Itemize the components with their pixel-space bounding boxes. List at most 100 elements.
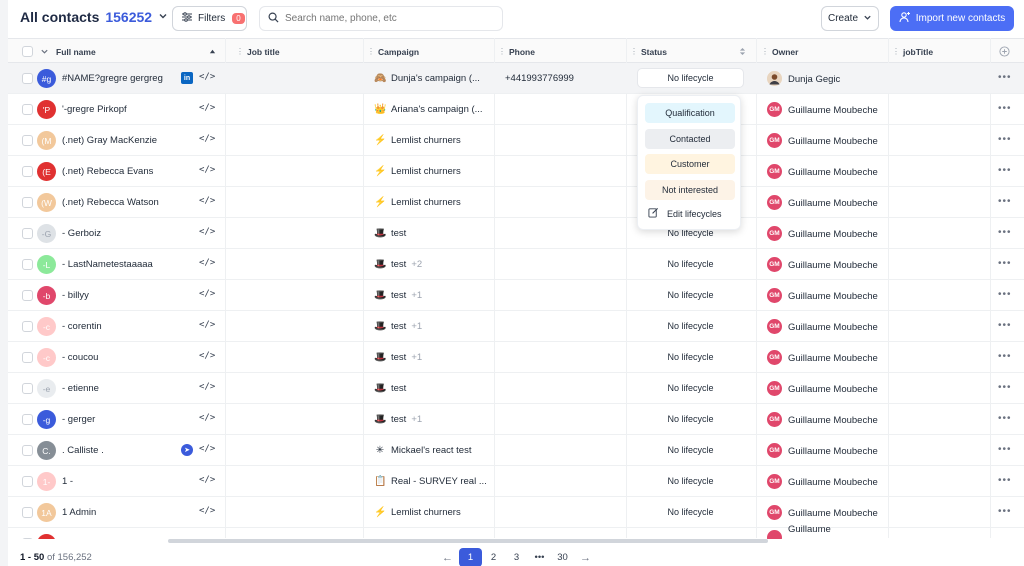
owner-name[interactable]: Guillaume Moubeche <box>788 375 878 403</box>
row-checkbox[interactable] <box>22 321 33 332</box>
sort-icon[interactable] <box>739 39 746 64</box>
create-button[interactable]: Create <box>821 6 879 31</box>
status-select[interactable]: No lifecycle <box>637 378 744 398</box>
row-checkbox[interactable] <box>22 352 33 363</box>
table-row[interactable]: -c - coucou </> 🎩 test +1 No lifecycle GM Gu… <box>8 342 1024 373</box>
code-icon[interactable]: </> <box>199 444 215 454</box>
row-more-icon[interactable]: ••• <box>998 444 1012 455</box>
row-checkbox[interactable] <box>22 414 33 425</box>
row-more-icon[interactable]: ••• <box>998 196 1012 207</box>
campaign-cell[interactable]: 👑 Ariana's campaign (... <box>374 94 488 125</box>
owner-name[interactable]: Guillaume Moubeche <box>788 158 878 186</box>
row-checkbox[interactable] <box>22 383 33 394</box>
campaign-cell[interactable]: ✳ Mickael's react test <box>374 435 476 466</box>
lifecycle-option-qualification[interactable]: Qualification <box>645 103 735 123</box>
campaign-cell[interactable]: 🎩 test +1 <box>374 280 422 311</box>
row-more-icon[interactable]: ••• <box>998 227 1012 238</box>
status-select[interactable]: No lifecycle <box>637 409 744 429</box>
table-row[interactable]: -e - etienne </> 🎩 test No lifecycle GM Guil… <box>8 373 1024 404</box>
drag-handle-icon[interactable]: ⋮ <box>236 47 244 56</box>
table-row[interactable]: C. . Calliste . ➤ </> ✳ Mickael's react tes… <box>8 435 1024 466</box>
row-checkbox[interactable] <box>22 259 33 270</box>
add-column-icon[interactable] <box>999 39 1010 64</box>
drag-handle-icon[interactable]: ⋮ <box>498 47 506 56</box>
campaign-cell[interactable]: 🎩 test +1 <box>374 404 422 435</box>
campaign-cell[interactable]: 🎩 test +1 <box>374 311 422 342</box>
drag-handle-icon[interactable]: ⋮ <box>761 47 769 56</box>
contact-name[interactable]: #NAME?gregre gergreg <box>62 63 163 94</box>
owner-name[interactable]: Guillaume Moubeche <box>788 220 878 248</box>
lifecycle-option-customer[interactable]: Customer <box>645 154 735 174</box>
row-checkbox[interactable] <box>22 228 33 239</box>
code-icon[interactable]: </> <box>199 289 215 299</box>
sort-asc-icon[interactable] <box>209 39 216 64</box>
table-row[interactable]: -b - billyy </> 🎩 test +1 No lifecycle GM Gu… <box>8 280 1024 311</box>
table-row[interactable]: -L - LastNametestaaaaa </> 🎩 test +2 No li… <box>8 249 1024 280</box>
column-header-jobtitle[interactable]: ⋮ jobTitle <box>892 39 933 64</box>
contact-name[interactable]: (.net) Rebecca Evans <box>62 156 153 187</box>
column-header-status[interactable]: ⋮ Status <box>630 39 667 64</box>
owner-name[interactable]: Guillaume Moubeche <box>788 282 878 310</box>
phone-value[interactable]: +441993776999 <box>505 63 574 94</box>
column-header-phone[interactable]: ⋮ Phone <box>498 39 535 64</box>
owner-name[interactable]: Dunja Gegic <box>788 65 878 93</box>
owner-name[interactable]: Guillaume Moubeche <box>788 127 878 155</box>
table-row[interactable]: 'P '-gregre Pirkopf </> 👑 Ariana's campaig… <box>8 94 1024 125</box>
campaign-cell[interactable]: 🙈 Dunja's campaign (... <box>374 63 485 94</box>
campaign-cell[interactable]: ⚡ Lemlist churners <box>374 156 466 187</box>
edit-lifecycles-link[interactable]: Edit lifecycles <box>648 207 722 220</box>
status-select[interactable]: No lifecycle <box>637 440 744 460</box>
owner-name[interactable]: Guillaume <box>788 523 878 539</box>
contact-name[interactable]: . Calliste . <box>62 435 104 466</box>
drag-handle-icon[interactable]: ⋮ <box>892 47 900 56</box>
row-more-icon[interactable]: ••• <box>998 72 1012 83</box>
contact-name[interactable]: (.net) Gray MacKenzie <box>62 125 157 156</box>
column-header-job-title[interactable]: ⋮ Job title <box>236 39 280 64</box>
owner-name[interactable]: Guillaume Moubeche <box>788 344 878 372</box>
contact-name[interactable]: - corentin <box>62 311 102 342</box>
contact-name[interactable]: '-gregre Pirkopf <box>62 94 127 125</box>
row-checkbox[interactable] <box>22 166 33 177</box>
row-checkbox[interactable] <box>22 290 33 301</box>
search-box[interactable] <box>259 6 503 31</box>
row-more-icon[interactable]: ••• <box>998 351 1012 362</box>
status-select[interactable]: No lifecycle <box>637 254 744 274</box>
row-more-icon[interactable]: ••• <box>998 103 1012 114</box>
table-row[interactable]: -G - Gerboiz </> 🎩 test No lifecycle GM Guil… <box>8 218 1024 249</box>
table-row[interactable]: #g #NAME?gregre gergreg in </> 🙈 Dunja's ca… <box>8 63 1024 94</box>
row-checkbox[interactable] <box>22 538 33 539</box>
status-select[interactable]: No lifecycle <box>637 316 744 336</box>
owner-name[interactable]: Guillaume Moubeche <box>788 313 878 341</box>
table-row[interactable]: -g - gerger </> 🎩 test +1 No lifecycle GM Gu… <box>8 404 1024 435</box>
row-more-icon[interactable]: ••• <box>998 258 1012 269</box>
code-icon[interactable]: </> <box>199 413 215 423</box>
table-row[interactable]: 1- 1 - </> 📋 Real - SURVEY real ... No lif… <box>8 466 1024 497</box>
row-checkbox[interactable] <box>22 445 33 456</box>
code-icon[interactable]: </> <box>199 72 215 82</box>
import-contacts-button[interactable]: Import new contacts <box>890 6 1014 31</box>
page-button-2[interactable]: 2 <box>482 548 505 566</box>
status-select[interactable]: No lifecycle <box>637 347 744 367</box>
code-icon[interactable]: </> <box>199 196 215 206</box>
row-more-icon[interactable]: ••• <box>998 289 1012 300</box>
owner-name[interactable]: Guillaume Moubeche <box>788 189 878 217</box>
next-page-button[interactable]: → <box>574 548 597 566</box>
code-icon[interactable]: </> <box>199 320 215 330</box>
drag-handle-icon[interactable]: ⋮ <box>367 47 375 56</box>
row-checkbox[interactable] <box>22 197 33 208</box>
status-select[interactable]: No lifecycle <box>637 471 744 491</box>
compass-icon[interactable]: ➤ <box>181 444 193 456</box>
table-row[interactable]: (M (.net) Gray MacKenzie </> ⚡ Lemlist chu… <box>8 125 1024 156</box>
drag-handle-icon[interactable]: ⋮ <box>630 47 638 56</box>
row-more-icon[interactable]: ••• <box>998 134 1012 145</box>
owner-name[interactable]: Guillaume Moubeche <box>788 468 878 496</box>
table-row[interactable]: (W (.net) Rebecca Watson </> ⚡ Lemlist chu… <box>8 187 1024 218</box>
row-checkbox[interactable] <box>22 104 33 115</box>
row-checkbox[interactable] <box>22 476 33 487</box>
row-more-icon[interactable]: ••• <box>998 506 1012 517</box>
campaign-cell[interactable]: 🎩 test +2 <box>374 249 422 280</box>
row-more-icon[interactable]: ••• <box>998 165 1012 176</box>
row-more-icon[interactable]: ••• <box>998 413 1012 424</box>
row-checkbox[interactable] <box>22 135 33 146</box>
table-row[interactable]: (E (.net) Rebecca Evans </> ⚡ Lemlist chur… <box>8 156 1024 187</box>
